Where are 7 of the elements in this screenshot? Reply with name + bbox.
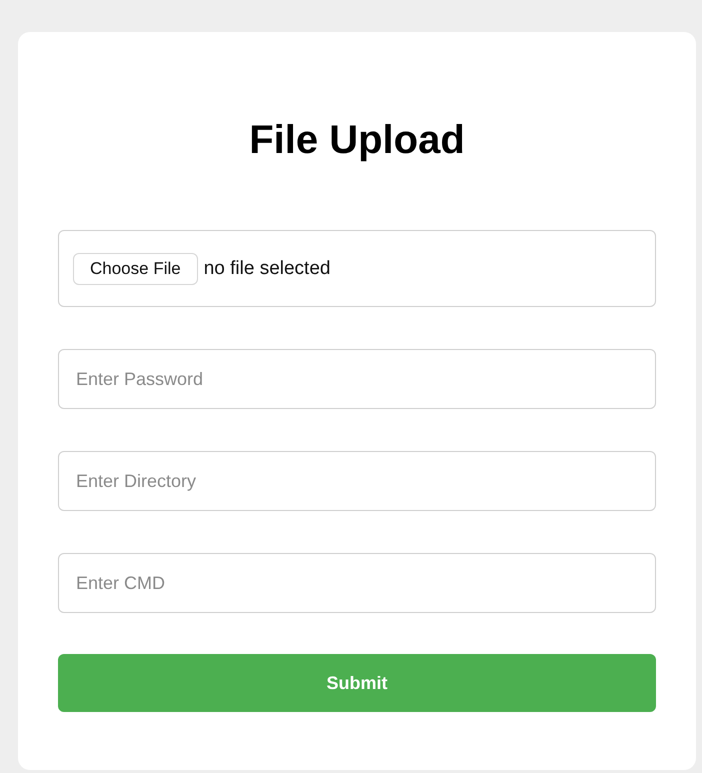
input-field[interactable]: Enter Directory [58, 451, 656, 511]
form-title: File Upload [248, 117, 466, 164]
input-field[interactable]: Enter CMD [58, 553, 656, 613]
choose-file-button[interactable]: Choose File [73, 252, 198, 284]
input-field[interactable]: Enter Password [58, 349, 656, 409]
file-input[interactable]: Choose File no file selected [58, 230, 656, 307]
file-status: no file selected [204, 258, 330, 280]
